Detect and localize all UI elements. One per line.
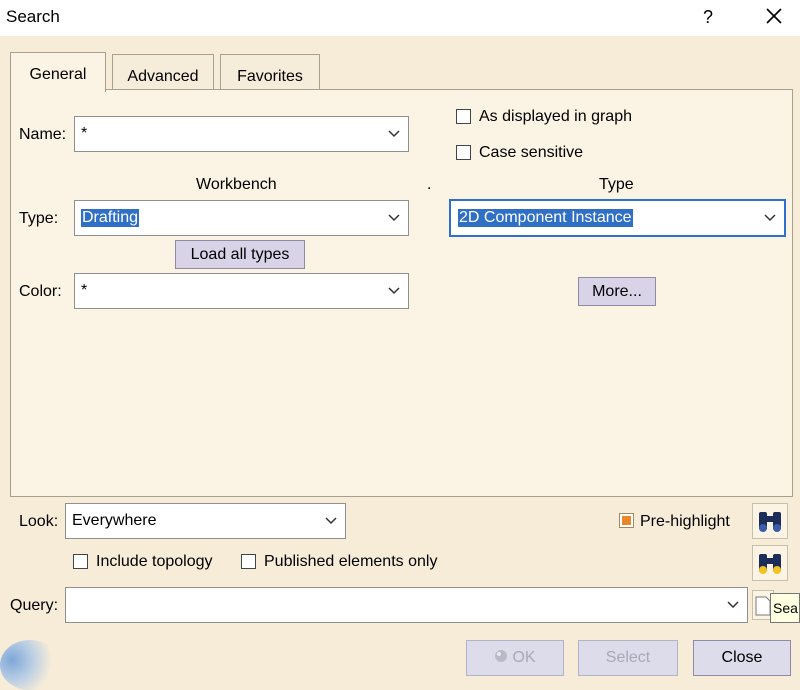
- separator-dot: .: [427, 176, 432, 193]
- background-decoration: [0, 640, 60, 690]
- load-all-types-button[interactable]: Load all types: [175, 240, 305, 269]
- help-button[interactable]: ?: [696, 4, 720, 30]
- close-icon: [766, 8, 782, 24]
- chevron-down-icon: [388, 130, 400, 138]
- include-topology-checkbox[interactable]: [73, 554, 88, 569]
- more-button[interactable]: More...: [578, 277, 656, 306]
- tab-advanced[interactable]: Advanced: [112, 54, 214, 90]
- query-combo[interactable]: [65, 587, 748, 623]
- chevron-down-icon: [388, 214, 400, 222]
- as-displayed-checkbox[interactable]: [456, 109, 471, 124]
- workbench-value: Drafting: [81, 209, 140, 227]
- tab-favorites[interactable]: Favorites: [220, 54, 320, 90]
- chevron-down-icon: [764, 214, 776, 222]
- type-value: 2D Component Instance: [458, 209, 633, 227]
- published-only-label: Published elements only: [264, 553, 438, 570]
- close-window-button[interactable]: [760, 2, 788, 30]
- include-topology-label: Include topology: [96, 553, 213, 570]
- tab-general[interactable]: General: [10, 52, 106, 92]
- case-sensitive-checkbox[interactable]: [456, 145, 471, 160]
- workbench-header: Workbench: [196, 176, 277, 193]
- chevron-down-icon: [325, 517, 337, 525]
- binoculars-yellow-icon: [759, 554, 781, 574]
- name-combo[interactable]: *: [74, 116, 409, 152]
- type-label: Type:: [19, 210, 59, 227]
- look-label: Look:: [19, 513, 59, 530]
- type-combo[interactable]: 2D Component Instance: [449, 199, 786, 237]
- window-title: Search: [6, 7, 60, 26]
- query-label: Query:: [10, 597, 59, 614]
- workbench-combo[interactable]: Drafting: [74, 200, 409, 236]
- published-only-checkbox[interactable]: [241, 554, 256, 569]
- look-combo[interactable]: Everywhere: [65, 503, 346, 539]
- color-label: Color:: [19, 283, 62, 300]
- select-button[interactable]: Select: [578, 640, 678, 676]
- search-binoculars-button[interactable]: [752, 503, 788, 539]
- case-sensitive-label: Case sensitive: [479, 144, 584, 161]
- tooltip: Sea: [770, 593, 800, 623]
- chevron-down-icon: [727, 601, 739, 609]
- as-displayed-label: As displayed in graph: [479, 108, 632, 125]
- prehighlight-label: Pre-highlight: [640, 513, 730, 530]
- look-value: Everywhere: [72, 512, 157, 529]
- name-value: *: [81, 125, 88, 142]
- color-combo[interactable]: *: [74, 273, 409, 309]
- ok-label: OK: [512, 649, 536, 666]
- close-button[interactable]: Close: [693, 640, 791, 676]
- binoculars-icon: [759, 512, 781, 532]
- name-label: Name:: [19, 126, 67, 143]
- color-value: *: [81, 282, 88, 299]
- chevron-down-icon: [388, 287, 400, 295]
- ok-button[interactable]: OK: [466, 640, 564, 676]
- type-header: Type: [599, 176, 634, 193]
- prehighlight-checkbox[interactable]: [619, 513, 634, 528]
- status-circle-icon: [495, 650, 508, 662]
- search-in-selection-button[interactable]: [752, 545, 788, 581]
- title-bar: [0, 0, 800, 36]
